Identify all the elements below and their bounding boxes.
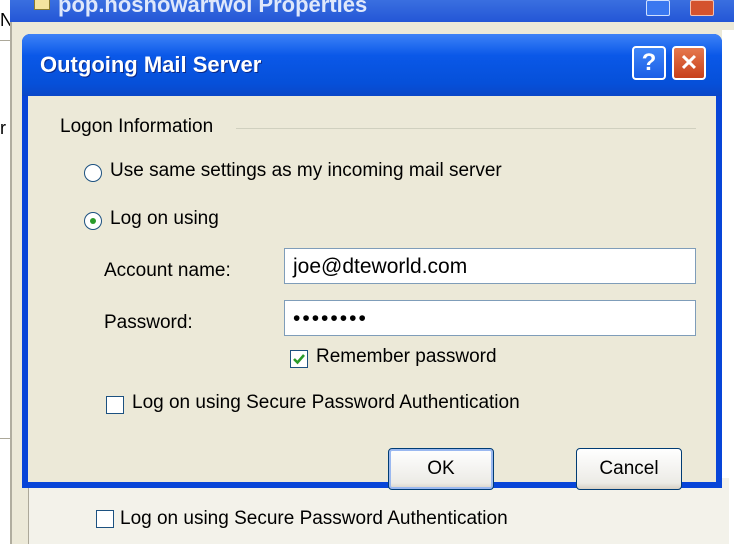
account-name-label: Account name: — [104, 260, 231, 281]
close-icon: ✕ — [679, 50, 699, 75]
radio-selected-dot — [90, 218, 96, 224]
password-label: Password: — [104, 312, 193, 333]
ok-button-label: OK — [427, 458, 455, 479]
ok-button[interactable]: OK — [388, 448, 494, 490]
dialog-title: Outgoing Mail Server — [40, 52, 262, 77]
radio-same-settings[interactable] — [84, 164, 102, 182]
account-name-input[interactable]: joe@dteworld.com — [284, 248, 696, 284]
password-input[interactable]: •••••••• — [284, 300, 696, 336]
background-right-strip — [722, 30, 734, 544]
remember-password-checkbox[interactable] — [290, 350, 308, 368]
help-button[interactable]: ? — [632, 46, 666, 80]
background-left-char: r — [0, 118, 6, 138]
radio-log-on-using[interactable] — [84, 212, 102, 230]
cancel-button[interactable]: Cancel — [576, 448, 682, 490]
remember-password-label[interactable]: Remember password — [316, 346, 497, 368]
close-button[interactable]: ✕ — [672, 46, 706, 80]
radio-same-settings-label[interactable]: Use same settings as my incoming mail se… — [110, 160, 502, 182]
background-spa-checkbox[interactable] — [96, 510, 114, 528]
radio-log-on-using-label[interactable]: Log on using — [110, 208, 219, 230]
spa-label[interactable]: Log on using Secure Password Authenticat… — [132, 392, 520, 414]
cancel-button-label: Cancel — [599, 458, 659, 479]
logon-information-group-label: Logon Information — [60, 116, 214, 137]
checkmark-icon — [293, 354, 305, 365]
spa-checkbox[interactable] — [106, 396, 124, 414]
background-close-button[interactable] — [690, 0, 714, 16]
background-window-title: pop.hoshowarfwol Properties — [58, 0, 368, 17]
dialog-titlebar[interactable]: Outgoing Mail Server ? ✕ — [22, 34, 722, 96]
outgoing-mail-server-dialog: Outgoing Mail Server ? ✕ Logon Informati… — [22, 34, 722, 490]
background-help-button[interactable] — [646, 0, 670, 16]
dialog-client-area: Logon Information Use same settings as m… — [28, 96, 716, 490]
help-icon: ? — [641, 49, 657, 76]
mail-icon — [34, 0, 50, 10]
background-spa-label: Log on using Secure Password Authenticat… — [120, 508, 508, 529]
background-window-titlebar: pop.hoshowarfwol Properties — [10, 0, 734, 22]
group-divider — [236, 128, 696, 129]
